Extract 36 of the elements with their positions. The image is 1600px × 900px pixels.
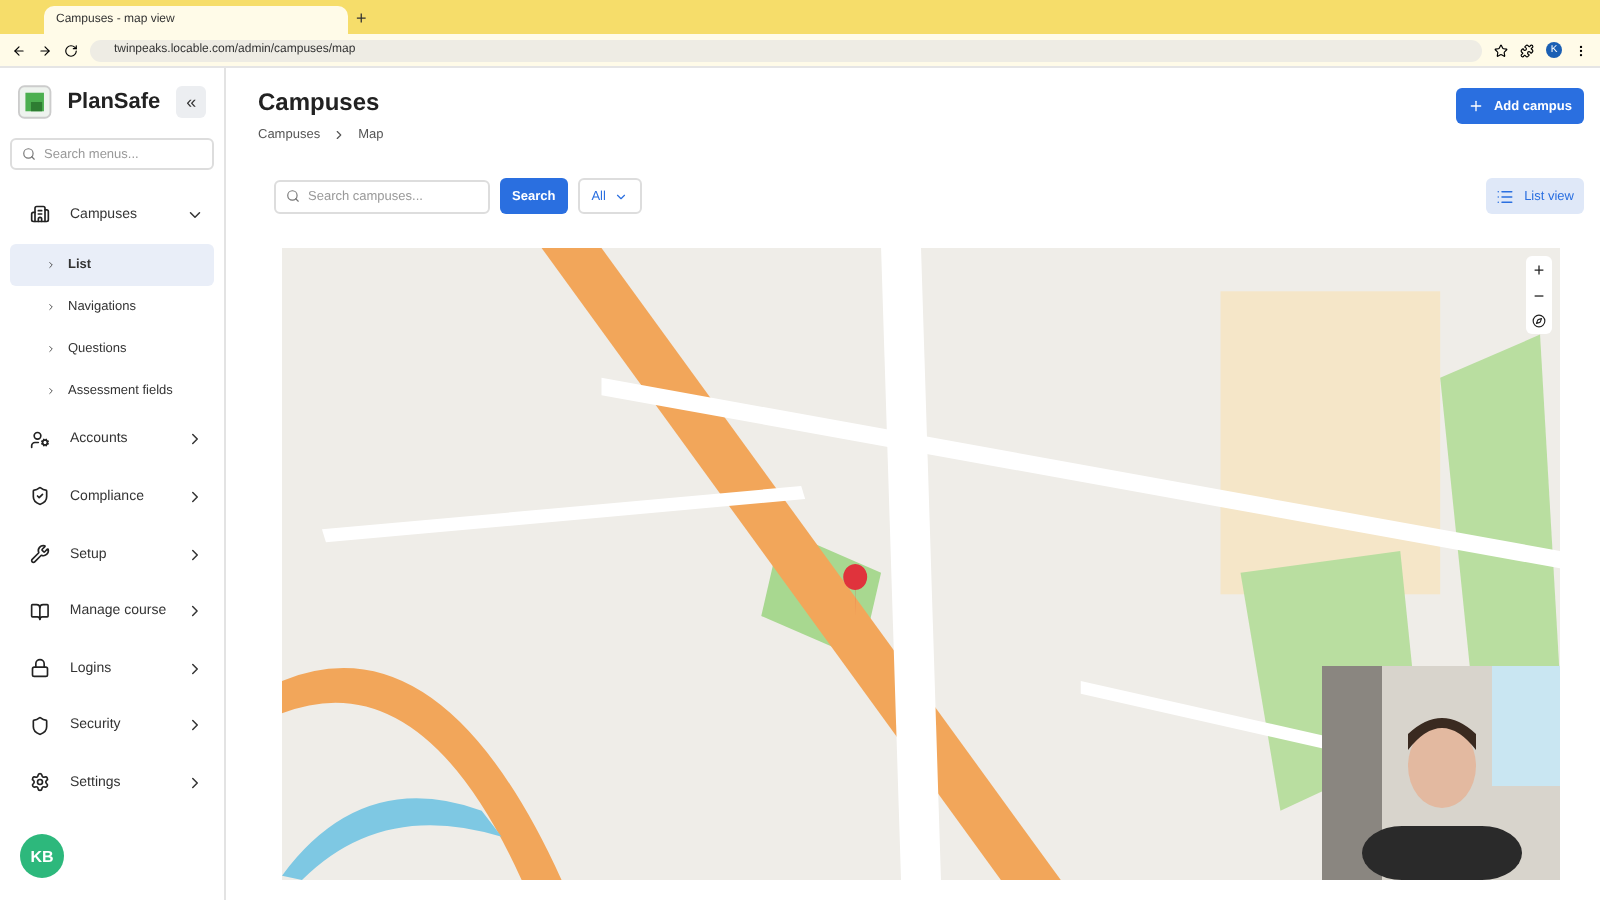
chevron-icon (186, 545, 204, 564)
book-icon (30, 601, 50, 622)
chevron-icon (186, 716, 204, 735)
search-icon (286, 189, 300, 203)
lock-icon (30, 658, 50, 679)
caret-icon (613, 189, 628, 203)
menu-icon[interactable] (1574, 43, 1588, 57)
star-icon[interactable] (1494, 43, 1508, 57)
search-icon (22, 147, 36, 161)
chevron-icon (332, 128, 347, 142)
forward-icon[interactable] (38, 43, 52, 57)
list-icon (1496, 187, 1515, 205)
reload-icon[interactable] (64, 43, 78, 57)
app-name: PlanSafe (67, 90, 161, 114)
back-icon[interactable] (12, 43, 26, 57)
new-tab-button[interactable]: + (356, 7, 367, 27)
settings-icon (30, 772, 50, 793)
user-gear-icon (30, 429, 50, 450)
logo-icon (18, 84, 52, 120)
chevron-icon (186, 773, 204, 792)
plus-icon (1467, 98, 1484, 114)
chevron-icon (46, 385, 56, 396)
wrench-icon (30, 544, 50, 565)
chevron-icon (186, 659, 204, 678)
chevron-icon (46, 301, 56, 312)
chevron-icon (46, 343, 56, 354)
shield-check-icon (30, 486, 50, 507)
puzzle-icon[interactable] (1520, 43, 1534, 57)
chevron-icon (186, 602, 204, 621)
page-title: Campuses (258, 88, 382, 116)
chevron-icon (186, 487, 204, 506)
chevron-icon (46, 259, 56, 270)
collapse-button[interactable]: « (176, 86, 206, 118)
shield-icon (30, 715, 50, 736)
buildings-icon (30, 204, 50, 225)
chevron-icon (186, 430, 204, 449)
